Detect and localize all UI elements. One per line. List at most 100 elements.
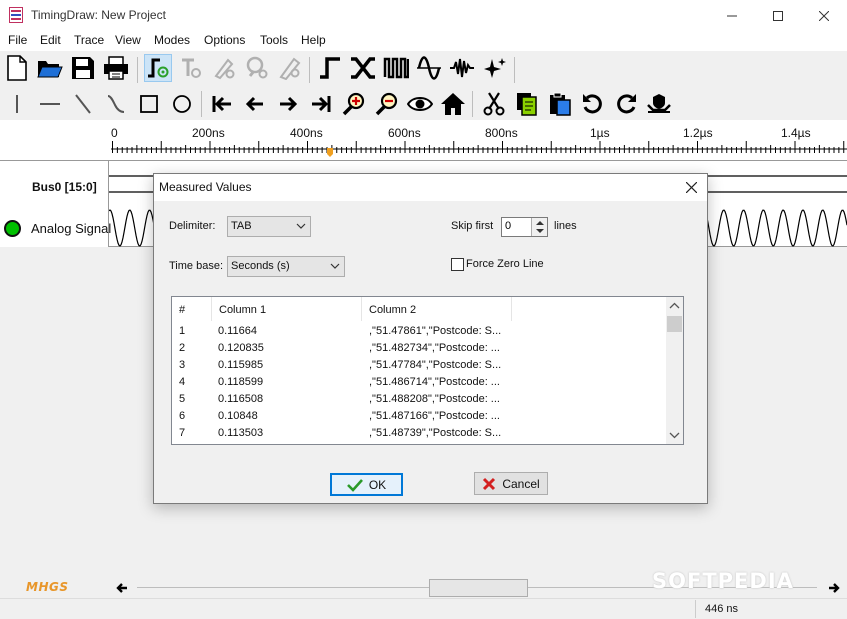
text-mode-button[interactable] [177, 54, 205, 82]
checkmark-icon [346, 478, 363, 492]
copy-icon [517, 93, 537, 116]
go-end-button[interactable] [307, 90, 335, 118]
noise-wave-button[interactable] [448, 54, 476, 82]
analog-wave-button[interactable] [415, 54, 443, 82]
bus-signal-button[interactable] [349, 54, 377, 82]
horizontal-line-icon [40, 103, 60, 105]
zoom-mode-icon [246, 56, 268, 79]
draw-mode-button[interactable] [144, 54, 172, 82]
undo-button[interactable] [579, 90, 607, 118]
pulse-train-button[interactable] [382, 54, 410, 82]
menu-trace[interactable]: Trace [74, 33, 104, 47]
zoom-mode-button[interactable] [243, 54, 271, 82]
row-col2: ,"51.47861","Postcode: S... [369, 325, 502, 337]
zoom-out-icon [375, 92, 398, 116]
zoom-out-button[interactable] [373, 90, 401, 118]
menu-file[interactable]: File [8, 33, 27, 47]
copy-button[interactable] [513, 90, 541, 118]
home-button[interactable] [439, 90, 467, 118]
table-scroll-thumb[interactable] [667, 316, 682, 332]
circle-button[interactable] [168, 90, 196, 118]
column-header-1[interactable]: Column 1 [212, 297, 362, 321]
arrow-right-button[interactable] [274, 90, 302, 118]
pen-mode-button[interactable] [210, 54, 238, 82]
diagonal-line-button[interactable] [69, 90, 97, 118]
rectangle-button[interactable] [135, 90, 163, 118]
open-button[interactable] [36, 54, 64, 82]
dialog-title: Measured Values [159, 180, 252, 194]
skip-lines-stepper[interactable]: 0 [501, 217, 548, 237]
print-icon [104, 56, 128, 80]
delimiter-select[interactable]: TAB [227, 216, 311, 237]
curve-line-button[interactable] [102, 90, 130, 118]
measure-mode-button[interactable] [276, 54, 304, 82]
scroll-right-button[interactable] [825, 579, 843, 596]
circle-icon [173, 95, 191, 113]
print-button[interactable] [102, 54, 130, 82]
row-col2: ,"51.486714","Postcode: ... [369, 376, 500, 388]
toolbar-separator [514, 57, 515, 83]
scroll-left-button[interactable] [113, 579, 131, 596]
menu-tools[interactable]: Tools [260, 33, 288, 47]
go-start-button[interactable] [208, 90, 236, 118]
scroll-thumb[interactable] [429, 579, 528, 597]
open-folder-icon [37, 61, 63, 78]
menu-help[interactable]: Help [301, 33, 326, 47]
timebase-select[interactable]: Seconds (s) [227, 256, 345, 277]
horizontal-line-button[interactable] [36, 90, 64, 118]
delimiter-label: Delimiter: [169, 220, 216, 232]
column-header-index[interactable]: # [172, 297, 212, 321]
row-col1: 0.116508 [218, 393, 264, 405]
minimize-button[interactable] [709, 0, 755, 31]
ok-button[interactable]: OK [330, 473, 403, 496]
row-index: 7 [179, 427, 186, 439]
chevron-up-icon[interactable] [666, 299, 683, 313]
bus-trace-label[interactable]: Bus0 [15:0] [32, 180, 97, 194]
cursor-time-readout: 446 ns [705, 603, 739, 615]
toolbar-separator [137, 57, 138, 83]
cancel-button[interactable]: Cancel [474, 472, 548, 495]
toolbar-separator [309, 57, 310, 83]
cut-button[interactable] [480, 90, 508, 118]
stepper-buttons[interactable] [531, 218, 547, 236]
paste-button[interactable] [546, 90, 574, 118]
chevron-down-icon[interactable] [666, 428, 683, 442]
save-button[interactable] [69, 54, 97, 82]
analog-trace-label[interactable]: Analog Signal [31, 221, 111, 236]
time-ruler[interactable]: 0 200ns 400ns 600ns 800ns 1µs 1.2µs 1.4µ… [0, 120, 847, 161]
cancel-label: Cancel [502, 476, 540, 491]
paste-icon [550, 92, 571, 116]
row-col2: ,"51.487166","Postcode: ... [369, 410, 500, 422]
menu-view[interactable]: View [115, 33, 141, 47]
arrow-left-button[interactable] [241, 90, 269, 118]
cut-icon [483, 92, 505, 116]
menu-edit[interactable]: Edit [40, 33, 61, 47]
clock-signal-button[interactable] [316, 54, 344, 82]
arrow-left-icon [245, 96, 263, 112]
force-zero-checkbox[interactable] [451, 258, 464, 271]
new-file-button[interactable] [3, 54, 31, 82]
time-cursor-marker[interactable] [327, 148, 333, 157]
values-table[interactable]: # Column 1 Column 2 1 0.11664 ,"51.47861… [171, 296, 684, 445]
column-header-2[interactable]: Column 2 [362, 297, 512, 321]
vertical-line-button[interactable] [3, 90, 31, 118]
analog-wave-icon [417, 56, 441, 80]
dialog-close-button[interactable] [681, 177, 701, 197]
noise-wave-icon [450, 58, 474, 78]
maximize-button[interactable] [755, 0, 801, 31]
measure-mode-icon [279, 57, 301, 80]
row-index: 3 [179, 359, 186, 371]
menu-modes[interactable]: Modes [154, 33, 190, 47]
row-index: 1 [179, 325, 186, 337]
ok-label: OK [368, 477, 387, 492]
close-button[interactable] [801, 0, 847, 31]
menu-options[interactable]: Options [204, 33, 245, 47]
hands-button[interactable] [645, 90, 673, 118]
eye-button[interactable] [406, 90, 434, 118]
zoom-in-button[interactable] [340, 90, 368, 118]
row-index: 2 [179, 342, 186, 354]
redo-button[interactable] [612, 90, 640, 118]
eye-icon [407, 97, 433, 111]
sparkle-button[interactable] [481, 54, 509, 82]
table-vertical-scrollbar[interactable] [666, 297, 683, 444]
